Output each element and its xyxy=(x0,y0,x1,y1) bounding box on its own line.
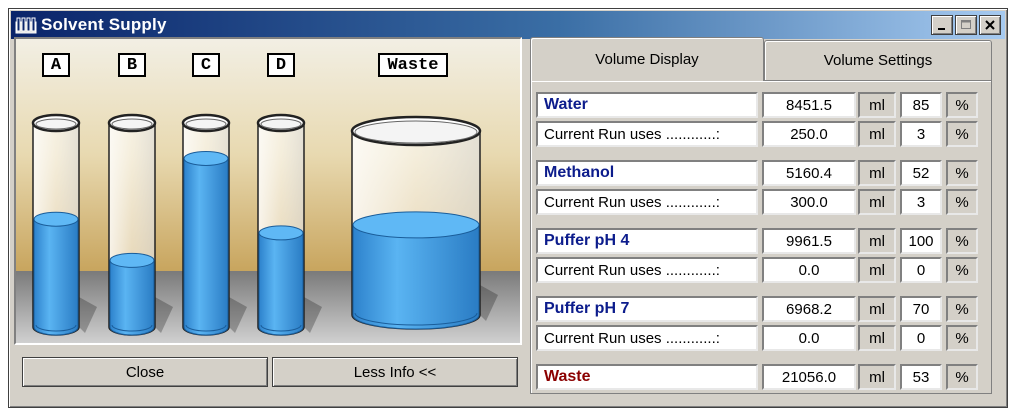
bottle-mouth-d xyxy=(260,118,302,130)
bottle-liquid-a xyxy=(33,218,79,336)
less-info-button[interactable]: Less Info << xyxy=(272,357,518,387)
percent-sign: % xyxy=(946,121,978,147)
unit-label: ml xyxy=(858,257,896,283)
bottle-mouth-b xyxy=(111,118,153,130)
volume-value: 250.0 xyxy=(762,121,856,147)
bottle-liquid-c xyxy=(183,157,229,336)
volume-value: 21056.0 xyxy=(762,364,856,390)
bottle-liquid-b xyxy=(109,259,155,336)
unit-label: ml xyxy=(858,228,896,254)
percent-sign: % xyxy=(946,92,978,118)
close-button[interactable]: Close xyxy=(22,357,268,387)
percent-sign: % xyxy=(946,296,978,322)
bottle-label-b: B xyxy=(118,53,146,77)
bottle-surface-b xyxy=(109,252,155,268)
bottle-liquid-d xyxy=(258,232,304,336)
row-name-label: Current Run uses ............: xyxy=(536,257,758,283)
unit-label: ml xyxy=(858,325,896,351)
row-name-label: Water xyxy=(536,92,758,118)
unit-label: ml xyxy=(858,364,896,390)
bottle-mouth-c xyxy=(185,118,227,130)
bottle-surface-a xyxy=(33,211,79,227)
percent-value: 0 xyxy=(900,257,942,283)
percent-sign: % xyxy=(946,228,978,254)
volume-value: 300.0 xyxy=(762,189,856,215)
percent-value: 85 xyxy=(900,92,942,118)
percent-value: 52 xyxy=(900,160,942,186)
percent-sign: % xyxy=(946,257,978,283)
bottle-mouth-a xyxy=(35,118,77,130)
volume-value: 9961.5 xyxy=(762,228,856,254)
row-name-label: Methanol xyxy=(536,160,758,186)
row-name-label: Puffer pH 7 xyxy=(536,296,758,322)
bottle-mouth-waste xyxy=(354,120,478,144)
unit-label: ml xyxy=(858,92,896,118)
row-name-label: Current Run uses ............: xyxy=(536,121,758,147)
volume-value: 6968.2 xyxy=(762,296,856,322)
bottle-surface-waste xyxy=(352,211,480,239)
percent-value: 3 xyxy=(900,121,942,147)
volume-value: 0.0 xyxy=(762,325,856,351)
app-icon xyxy=(15,17,37,34)
percent-sign: % xyxy=(946,160,978,186)
percent-value: 70 xyxy=(900,296,942,322)
close-icon[interactable] xyxy=(979,15,1001,35)
window-title: Solvent Supply xyxy=(41,15,167,34)
bottle-surface-d xyxy=(258,225,304,241)
bottle-surface-c xyxy=(183,150,229,166)
tab-volume-settings[interactable]: Volume Settings xyxy=(764,40,992,80)
percent-sign: % xyxy=(946,189,978,215)
volume-value: 0.0 xyxy=(762,257,856,283)
row-name-label: Current Run uses ............: xyxy=(536,189,758,215)
unit-label: ml xyxy=(858,189,896,215)
unit-label: ml xyxy=(858,160,896,186)
row-name-label: Puffer pH 4 xyxy=(536,228,758,254)
row-name-label: Current Run uses ............: xyxy=(536,325,758,351)
minimize-icon[interactable] xyxy=(931,15,953,35)
percent-value: 100 xyxy=(900,228,942,254)
bottle-liquid-waste xyxy=(352,224,480,330)
unit-label: ml xyxy=(858,296,896,322)
bottle-label-d: D xyxy=(267,53,295,77)
bottle-label-waste: Waste xyxy=(378,53,448,77)
percent-sign: % xyxy=(946,325,978,351)
bottle-scene xyxy=(16,39,520,343)
unit-label: ml xyxy=(858,121,896,147)
percent-value: 3 xyxy=(900,189,942,215)
bottle-panel: A B C D Waste xyxy=(14,37,522,345)
bottle-label-c: C xyxy=(192,53,220,77)
percent-value: 0 xyxy=(900,325,942,351)
percent-sign: % xyxy=(946,364,978,390)
percent-value: 53 xyxy=(900,364,942,390)
title-bar[interactable]: Solvent Supply xyxy=(11,11,1005,39)
maximize-icon[interactable] xyxy=(955,15,977,35)
bottle-label-a: A xyxy=(42,53,70,77)
volume-value: 8451.5 xyxy=(762,92,856,118)
volume-value: 5160.4 xyxy=(762,160,856,186)
row-name-label: Waste xyxy=(536,364,758,390)
tab-volume-display[interactable]: Volume Display xyxy=(530,37,764,81)
